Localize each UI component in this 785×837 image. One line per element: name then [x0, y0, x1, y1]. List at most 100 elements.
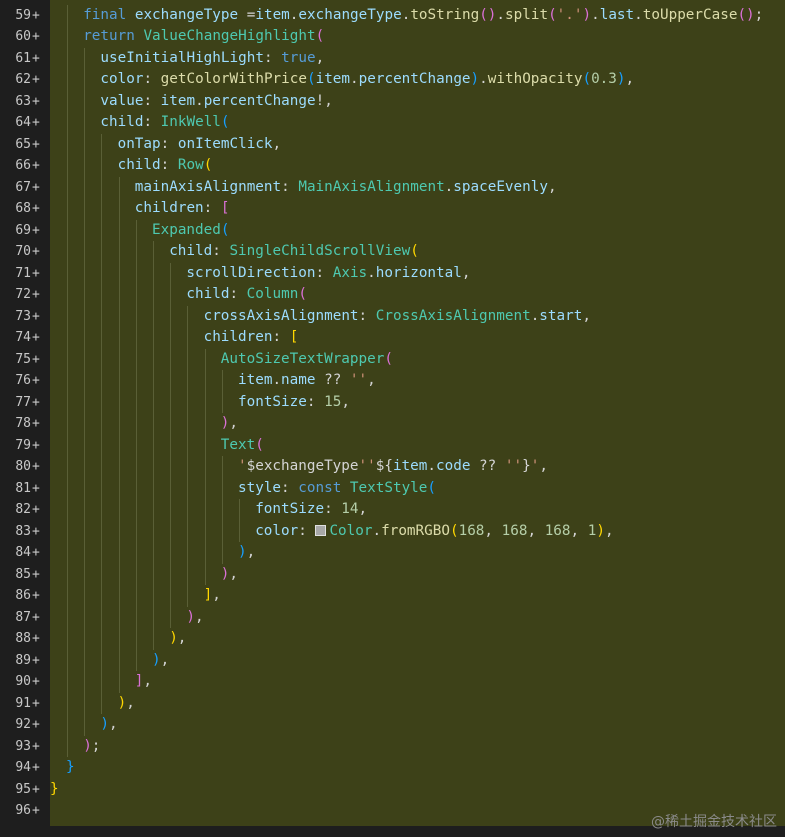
code-token: , [177, 630, 187, 646]
line-number: 90+ [0, 671, 50, 693]
line-number-text: 95 [15, 781, 31, 797]
line-number: 72+ [0, 284, 50, 306]
code-line[interactable]: } [50, 757, 785, 779]
code-token: : [229, 286, 247, 302]
line-number-text: 61 [15, 50, 31, 66]
code-line[interactable]: children: [ [50, 198, 785, 220]
code-line[interactable]: Text( [50, 435, 785, 457]
code-token: ) [83, 737, 92, 754]
line-number-text: 72 [15, 287, 31, 302]
line-number: 76+ [0, 370, 50, 392]
code-token: 168 [458, 522, 485, 539]
code-line[interactable]: '$exchangeType''${item.code ?? ''}', [50, 456, 785, 478]
code-token: ( [582, 71, 592, 87]
code-line[interactable]: children: [ [50, 327, 785, 349]
code-token: ( [384, 350, 393, 367]
code-line[interactable]: Expanded( [50, 220, 785, 242]
code-line[interactable]: ), [50, 714, 785, 736]
code-line[interactable]: ); [50, 736, 785, 758]
code-line[interactable]: value: item.percentChange!, [50, 91, 785, 113]
code-line[interactable]: useInitialHighLight: true, [50, 48, 785, 70]
line-number-text: 59 [15, 7, 31, 23]
line-number-text: 92 [15, 717, 31, 732]
code-token: , [625, 71, 635, 87]
code-token: () [479, 6, 497, 23]
line-number-text: 91 [15, 695, 31, 711]
code-token: children [134, 200, 204, 216]
code-token: , [272, 135, 282, 152]
code-token: fontSize [238, 393, 307, 410]
code-token: item [392, 458, 428, 474]
code-line[interactable]: color: Color.fromRGBO(168, 168, 168, 1), [50, 521, 785, 543]
code-line[interactable]: final exchangeType =item.exchangeType.to… [50, 5, 785, 27]
line-number: 84+ [0, 542, 50, 564]
code-token: getColorWithPrice [160, 71, 307, 87]
diff-added-region[interactable]: final exchangeType =item.exchangeType.to… [50, 0, 785, 826]
code-line[interactable]: ), [50, 628, 785, 650]
line-number-gutter: 59+ 60+ 61+ 62+ 63+ 64+ 65+ 66+ 67+ 68+ 69+ 70+ 71+ 7… [0, 0, 50, 837]
code-line[interactable]: crossAxisAlignment: CrossAxisAlignment.s… [50, 306, 785, 328]
code-line[interactable]: child: Column( [50, 284, 785, 306]
diff-added-marker: + [32, 566, 40, 582]
code-line[interactable]: color: getColorWithPrice(item.percentCha… [50, 69, 785, 91]
code-line[interactable]: scrollDirection: Axis.horizontal, [50, 263, 785, 285]
code-token: : [143, 71, 161, 87]
line-number-text: 84 [15, 545, 31, 560]
code-token: name [281, 372, 316, 388]
code-line[interactable]: mainAxisAlignment: MainAxisAlignment.spa… [50, 177, 785, 199]
diff-added-marker: + [32, 674, 40, 689]
code-token: child [186, 286, 230, 302]
code-line[interactable]: } [50, 779, 785, 801]
code-token: } [50, 780, 59, 797]
code-token: . [634, 6, 643, 23]
code-token: ) [596, 522, 605, 539]
color-swatch-icon[interactable] [315, 524, 327, 536]
diff-added-marker: + [32, 222, 40, 238]
line-number-text: 66 [15, 158, 31, 173]
code-line[interactable]: AutoSizeTextWrapper( [50, 349, 785, 371]
code-token: percentChange [203, 92, 316, 109]
code-line[interactable]: ), [50, 693, 785, 715]
line-number: 64+ [0, 112, 50, 134]
code-token: exchangeType [134, 6, 239, 23]
code-line[interactable]: item.name ?? '', [50, 370, 785, 392]
code-editor[interactable]: 59+ 60+ 61+ 62+ 63+ 64+ 65+ 66+ 67+ 68+ 69+ 70+ 71+ 7… [0, 0, 785, 837]
line-number: 79+ [0, 435, 50, 457]
code-line[interactable]: child: Row( [50, 155, 785, 177]
code-line[interactable]: style: const TextStyle( [50, 478, 785, 500]
code-token: child [117, 157, 161, 173]
code-line[interactable]: child: SingleChildScrollView( [50, 241, 785, 263]
line-number-text: 69 [15, 222, 31, 238]
code-token: withOpacity [487, 71, 583, 87]
code-token: $exchangeType [246, 458, 359, 474]
code-token: Column [246, 286, 299, 302]
line-number-text: 80 [15, 459, 31, 474]
code-line[interactable]: return ValueChangeHighlight( [50, 26, 785, 48]
diff-added-marker: + [32, 93, 40, 109]
code-line[interactable]: child: InkWell( [50, 112, 785, 134]
code-line[interactable]: ), [50, 650, 785, 672]
code-token: . [350, 71, 359, 87]
line-number: 71+ [0, 263, 50, 285]
code-token: , [229, 415, 239, 431]
code-line[interactable]: ], [50, 585, 785, 607]
code-token: item [315, 71, 351, 87]
code-line[interactable]: ), [50, 413, 785, 435]
line-number-text: 90 [15, 674, 31, 689]
code-line[interactable]: onTap: onItemClick, [50, 134, 785, 156]
code-token: , [527, 522, 545, 539]
code-token: , [604, 522, 614, 539]
code-line[interactable]: ], [50, 671, 785, 693]
code-line[interactable]: fontSize: 14, [50, 499, 785, 521]
code-token: [ [220, 200, 230, 216]
code-line[interactable]: ), [50, 542, 785, 564]
code-line[interactable]: ), [50, 607, 785, 629]
code-token: ValueChangeHighlight [143, 28, 316, 44]
code-token: fromRGBO [381, 522, 450, 539]
code-line[interactable]: ), [50, 564, 785, 586]
diff-added-marker: + [32, 609, 40, 625]
diff-added-marker: + [32, 437, 40, 453]
code-line[interactable]: fontSize: 15, [50, 392, 785, 414]
